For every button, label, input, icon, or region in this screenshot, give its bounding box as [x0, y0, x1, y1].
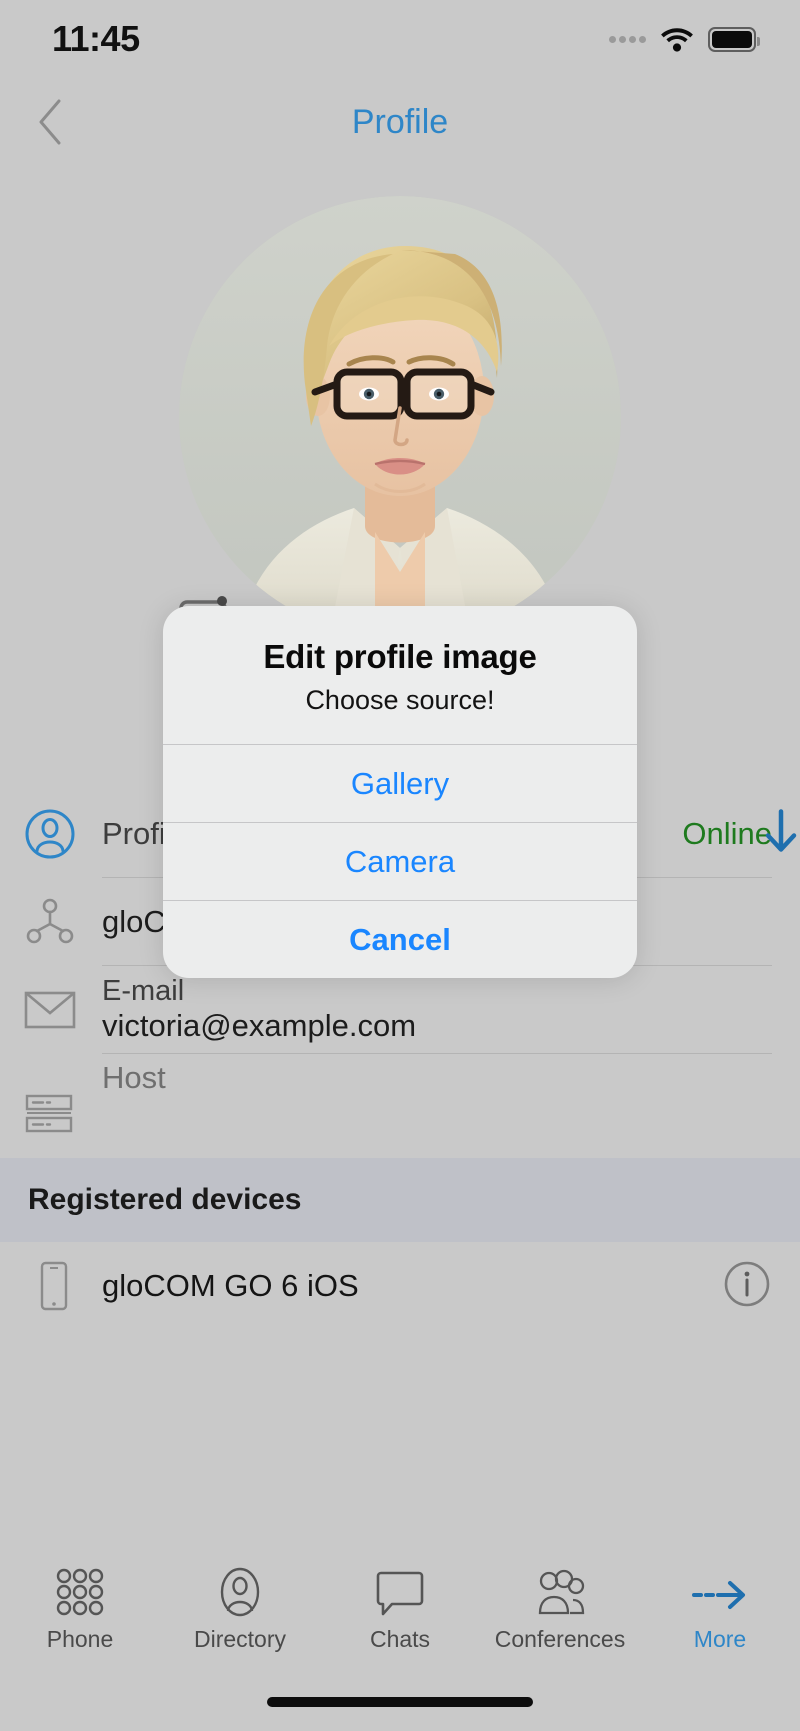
alert-title: Edit profile image — [263, 638, 537, 675]
status-bar-clock: 11:45 — [52, 18, 140, 59]
tab-label: Conferences — [494, 1626, 626, 1652]
server-rack-icon — [24, 1088, 76, 1140]
signal-dots-icon — [609, 35, 646, 43]
contact-icon — [215, 1567, 265, 1617]
tab-label: Phone — [46, 1626, 114, 1652]
tab-label: Directory — [193, 1626, 286, 1652]
status-bar-indicators — [609, 26, 760, 52]
tab-phone[interactable]: Phone — [0, 1567, 160, 1653]
battery-full-icon — [708, 26, 760, 52]
device-name: gloCOM GO 6 iOS — [102, 1268, 359, 1303]
navigation-bar: Profile — [0, 78, 800, 166]
registered-devices-header: Registered devices — [0, 1158, 800, 1242]
alert-subtitle: Choose source! — [305, 685, 495, 715]
mobile-phone-icon — [34, 1261, 74, 1311]
user-circle-icon — [24, 808, 76, 860]
tab-bar: Phone Directory Chats Conferences More — [0, 1551, 800, 1669]
profile-photo — [179, 196, 621, 638]
field-label-host: Host — [102, 1060, 166, 1095]
tab-more[interactable]: More — [640, 1567, 800, 1653]
tab-label: Chats — [369, 1626, 431, 1652]
dialpad-icon — [53, 1567, 107, 1617]
wifi-icon — [660, 26, 694, 52]
gallery-button[interactable]: Gallery — [163, 744, 637, 822]
envelope-icon — [24, 984, 76, 1036]
tab-label: More — [693, 1626, 747, 1652]
field-value-email: victoria@example.com — [102, 1008, 417, 1043]
info-circle-icon[interactable] — [722, 1259, 772, 1314]
field-row-email[interactable]: E-mail victoria@example.com — [0, 966, 800, 1054]
arrow-down-icon[interactable] — [758, 806, 800, 863]
edit-profile-image-alert: Edit profile image Choose source! Galler… — [163, 606, 637, 978]
chevron-left-icon — [39, 99, 61, 145]
network-share-icon — [24, 896, 76, 948]
tab-chats[interactable]: Chats — [320, 1567, 480, 1653]
list-item[interactable]: gloCOM GO 6 iOS — [0, 1242, 800, 1330]
home-indicator — [267, 1697, 533, 1707]
section-title: Registered devices — [28, 1183, 302, 1216]
back-button[interactable] — [28, 96, 72, 148]
field-row-host[interactable]: Host — [0, 1054, 800, 1150]
people-group-icon — [531, 1567, 589, 1617]
status-bar: 11:45 — [0, 0, 800, 78]
chat-bubble-icon — [375, 1567, 425, 1617]
tab-conferences[interactable]: Conferences — [480, 1567, 640, 1653]
page-title: Profile — [351, 102, 449, 141]
arrow-right-icon — [690, 1567, 750, 1617]
tab-directory[interactable]: Directory — [160, 1567, 320, 1653]
field-label-email: E-mail — [102, 975, 185, 1007]
alert-header: Edit profile image Choose source! — [163, 606, 637, 744]
cancel-button[interactable]: Cancel — [163, 900, 637, 978]
avatar[interactable] — [179, 196, 621, 638]
camera-button[interactable]: Camera — [163, 822, 637, 900]
